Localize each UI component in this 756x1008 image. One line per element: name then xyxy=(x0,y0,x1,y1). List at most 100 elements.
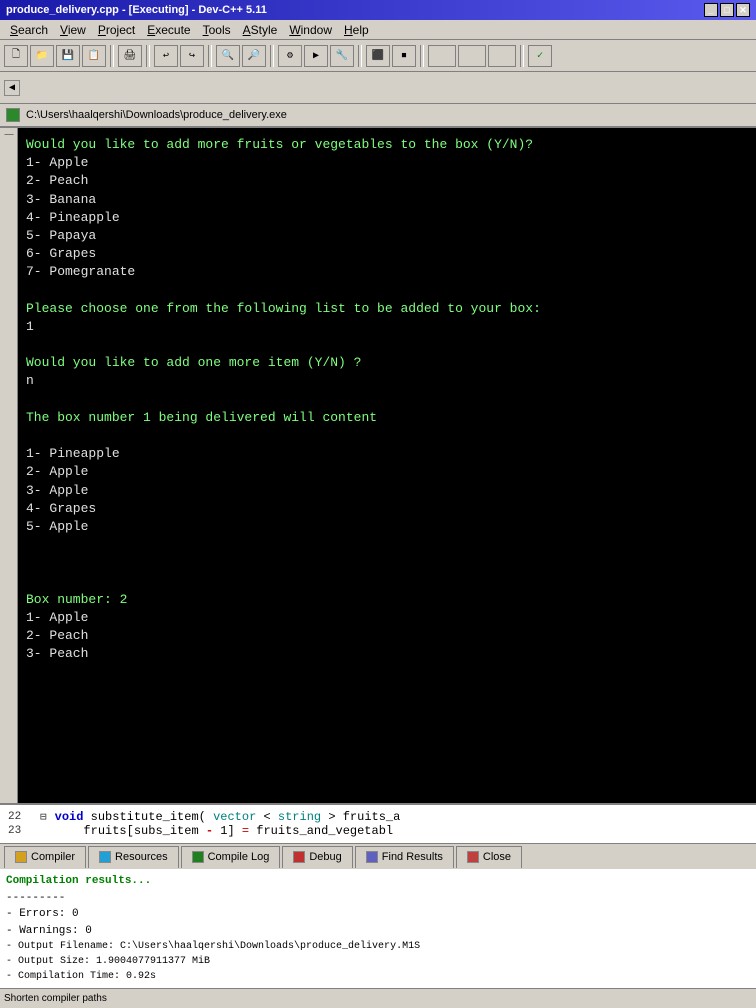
tab-compile-log-label: Compile Log xyxy=(208,851,270,863)
redo-button[interactable]: ↪ xyxy=(180,45,204,67)
build-button[interactable]: 🔧 xyxy=(330,45,354,67)
stop-button[interactable]: ⏹ xyxy=(392,45,416,67)
code-rest-23: fruits_and_vegetabl xyxy=(256,824,393,838)
tab-resources-label: Resources xyxy=(115,851,168,863)
tab-resources[interactable]: Resources xyxy=(88,846,179,868)
console-line-14: 1- Pineapple xyxy=(26,445,748,463)
close-button[interactable]: ✕ xyxy=(736,3,750,17)
console-output[interactable]: Would you like to add more fruits or veg… xyxy=(18,128,756,803)
tab-find-results[interactable]: Find Results xyxy=(355,846,454,868)
keyword-void: void xyxy=(55,810,84,824)
color-buttons xyxy=(428,45,516,67)
menu-window[interactable]: Window xyxy=(283,22,338,38)
console-line-17: 4- Grapes xyxy=(26,500,748,518)
compilation-warnings: - Warnings: 0 xyxy=(6,923,750,940)
console-blank-6 xyxy=(26,554,748,572)
menu-execute[interactable]: Execute xyxy=(141,22,196,38)
tab-compile-log[interactable]: Compile Log xyxy=(181,846,281,868)
sidebar-label: │ xyxy=(4,132,13,137)
console-line-3: 2- Peach xyxy=(26,172,748,190)
replace-button[interactable]: 🔎 xyxy=(242,45,266,67)
debug-tab-icon xyxy=(293,851,305,863)
console-line-19: Box number: 2 xyxy=(26,591,748,609)
window-controls: _ □ ✕ xyxy=(704,3,750,17)
compilation-separator: --------- xyxy=(6,890,750,907)
title-bar: produce_delivery.cpp - [Executing] - Dev… xyxy=(0,0,756,20)
keyword-string: string xyxy=(278,810,321,824)
code-panel: 22 ⊟ void substitute_item( vector < stri… xyxy=(0,803,756,843)
save-button[interactable]: 💾 xyxy=(56,45,80,67)
compile-button[interactable]: ⚙ xyxy=(278,45,302,67)
new-button[interactable]: 🗋 xyxy=(4,45,28,67)
debug-button[interactable]: ⬛ xyxy=(366,45,390,67)
tab-find-results-label: Find Results xyxy=(382,851,443,863)
color-btn-1[interactable] xyxy=(428,45,456,67)
tab-debug[interactable]: Debug xyxy=(282,846,352,868)
tab-bar: Compiler Resources Compile Log Debug Fin… xyxy=(0,843,756,869)
menu-help[interactable]: Help xyxy=(338,22,375,38)
color-btn-2[interactable] xyxy=(458,45,486,67)
save-all-button[interactable]: 📋 xyxy=(82,45,106,67)
separator-1 xyxy=(110,45,114,67)
app-window: produce_delivery.cpp - [Executing] - Dev… xyxy=(0,0,756,1008)
tab-close-label: Close xyxy=(483,851,511,863)
separator-6 xyxy=(420,45,424,67)
console-blank-5 xyxy=(26,536,748,554)
print-button[interactable]: 🖨 xyxy=(118,45,142,67)
console-line-22: 3- Peach xyxy=(26,645,748,663)
color-btn-3[interactable] xyxy=(488,45,516,67)
menu-view[interactable]: View xyxy=(54,22,92,38)
tab-compiler[interactable]: Compiler xyxy=(4,846,86,868)
address-text: C:\Users\haalqershi\Downloads\produce_de… xyxy=(26,109,287,121)
separator-3 xyxy=(208,45,212,67)
side-toggle[interactable]: ◀ xyxy=(4,80,20,96)
fold-icon-22[interactable]: ⊟ xyxy=(40,810,47,824)
toolbar-1: 🗋 📁 💾 📋 🖨 ↩ ↪ 🔍 🔎 ⚙ ▶ 🔧 ⬛ ⏹ ✓ xyxy=(0,40,756,72)
status-bar: Shorten compiler paths xyxy=(0,988,756,1008)
code-minus: - xyxy=(206,824,213,838)
code-panel-inner: 22 ⊟ void substitute_item( vector < stri… xyxy=(8,810,748,838)
line-num-22: 22 xyxy=(8,811,36,823)
console-line-18: 5- Apple xyxy=(26,518,748,536)
maximize-button[interactable]: □ xyxy=(720,3,734,17)
find-results-tab-icon xyxy=(366,851,378,863)
toolbar-2: ◀ xyxy=(0,72,756,104)
resources-tab-icon xyxy=(99,851,111,863)
menu-project[interactable]: Project xyxy=(92,22,141,38)
console-line-8: 7- Pomegranate xyxy=(26,263,748,281)
menu-tools[interactable]: Tools xyxy=(197,22,237,38)
sidebar: │ xyxy=(0,128,18,803)
check-button[interactable]: ✓ xyxy=(528,45,552,67)
find-button[interactable]: 🔍 xyxy=(216,45,240,67)
compile-log-tab-icon xyxy=(192,851,204,863)
code-equals: = xyxy=(242,824,249,838)
close-tab-icon xyxy=(467,851,479,863)
undo-button[interactable]: ↩ xyxy=(154,45,178,67)
tab-debug-label: Debug xyxy=(309,851,341,863)
console-line-4: 3- Banana xyxy=(26,191,748,209)
compilation-errors: - Errors: 0 xyxy=(6,906,750,923)
code-one: 1] xyxy=(220,824,242,838)
separator-7 xyxy=(520,45,524,67)
compilation-size: - Output Size: 1.9004077911377 MiB xyxy=(6,954,750,969)
console-blank-7 xyxy=(26,573,748,591)
menu-search[interactable]: Search xyxy=(4,22,54,38)
console-line-10: 1 xyxy=(26,318,748,336)
console-line-7: 6- Grapes xyxy=(26,245,748,263)
menu-astyle[interactable]: AStyle xyxy=(237,22,284,38)
console-blank-2 xyxy=(26,336,748,354)
console-line-6: 5- Papaya xyxy=(26,227,748,245)
code-text-23: fruits[subs_item - 1] = fruits_and_veget… xyxy=(55,824,393,838)
open-button[interactable]: 📁 xyxy=(30,45,54,67)
code-line-22: 22 ⊟ void substitute_item( vector < stri… xyxy=(8,810,748,824)
tab-close[interactable]: Close xyxy=(456,846,522,868)
code-rest-22: > fruits_a xyxy=(328,810,400,824)
console-line-16: 3- Apple xyxy=(26,482,748,500)
console-line-21: 2- Peach xyxy=(26,627,748,645)
line-num-23: 23 xyxy=(8,825,36,837)
console-blank-1 xyxy=(26,282,748,300)
separator-4 xyxy=(270,45,274,67)
run-button[interactable]: ▶ xyxy=(304,45,328,67)
main-area: │ Would you like to add more fruits or v… xyxy=(0,128,756,803)
minimize-button[interactable]: _ xyxy=(704,3,718,17)
